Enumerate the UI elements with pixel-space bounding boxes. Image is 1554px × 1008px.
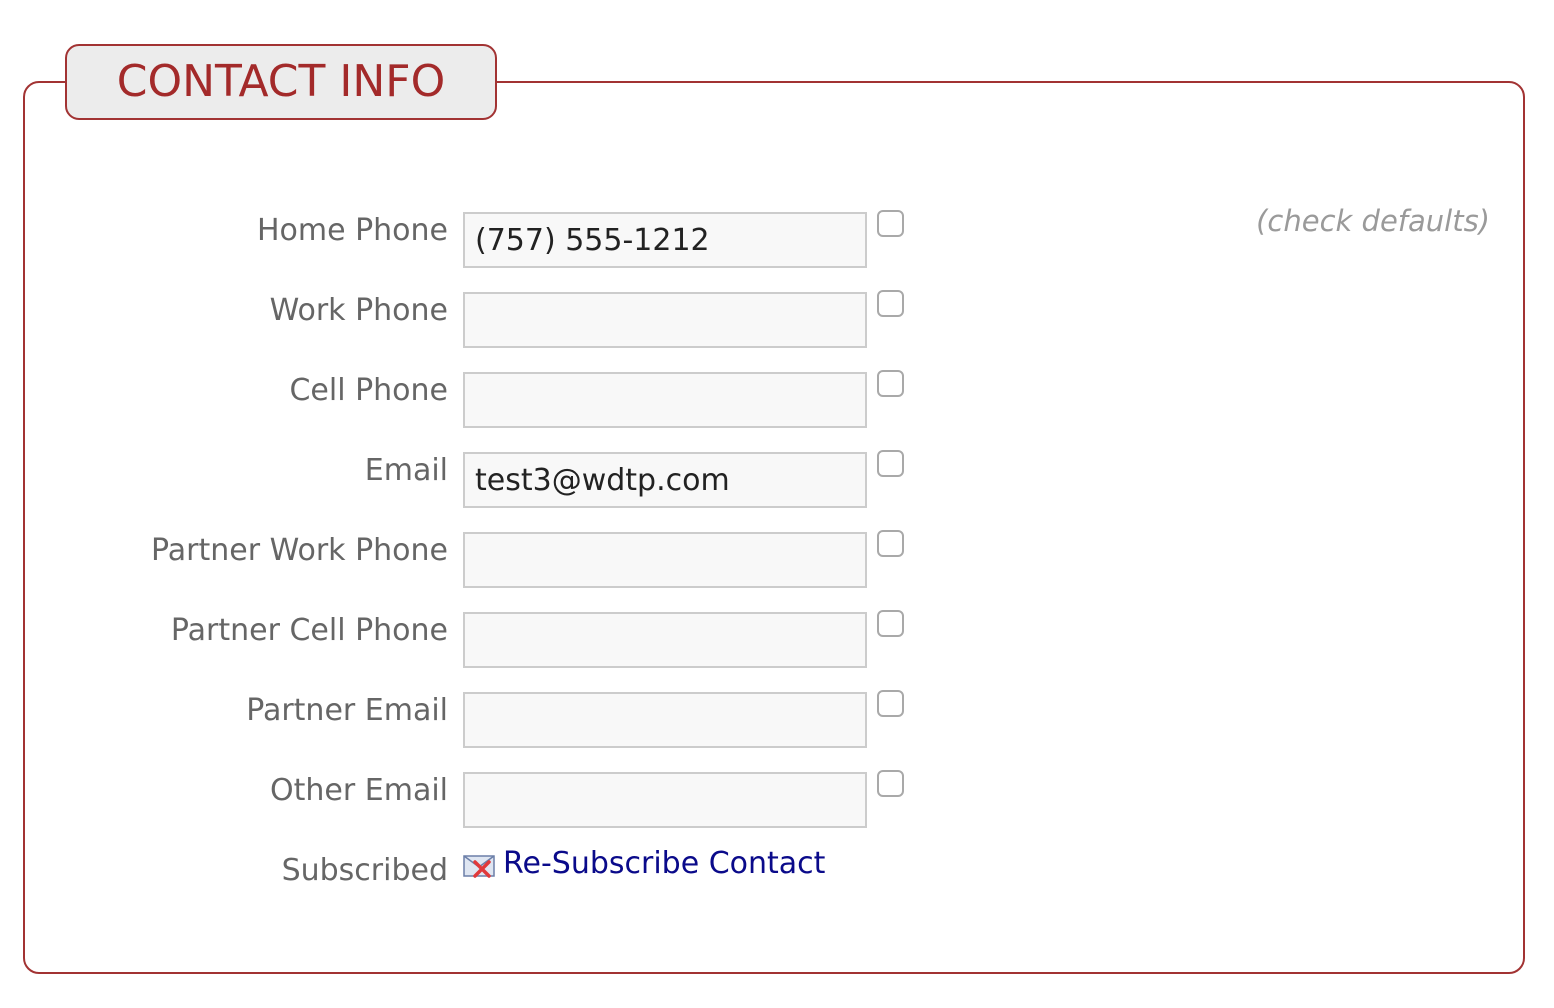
resubscribe-contact-link[interactable]: Re-Subscribe Contact bbox=[503, 846, 825, 882]
partner-cell-phone-default-checkbox[interactable] bbox=[877, 610, 904, 637]
cell-phone-default-checkbox[interactable] bbox=[877, 370, 904, 397]
subscribed-label: Subscribed bbox=[281, 853, 448, 888]
cell-phone-row: Cell Phone bbox=[0, 370, 1000, 430]
partner-email-row: Partner Email bbox=[0, 690, 1000, 750]
partner-work-phone-label: Partner Work Phone bbox=[151, 533, 448, 568]
partner-work-phone-default-checkbox[interactable] bbox=[877, 530, 904, 557]
cell-phone-input[interactable] bbox=[463, 372, 867, 428]
email-input[interactable] bbox=[463, 452, 867, 508]
home-phone-row: Home Phone bbox=[0, 210, 1000, 270]
cell-phone-label: Cell Phone bbox=[289, 373, 448, 408]
partner-work-phone-input[interactable] bbox=[463, 532, 867, 588]
email-default-checkbox[interactable] bbox=[877, 450, 904, 477]
unsubscribed-mail-icon bbox=[463, 854, 495, 878]
subscription-row: Subscribed Re-Subscribe Contact bbox=[0, 846, 1000, 896]
partner-email-default-checkbox[interactable] bbox=[877, 690, 904, 717]
work-phone-default-checkbox[interactable] bbox=[877, 290, 904, 317]
email-row: Email bbox=[0, 450, 1000, 510]
work-phone-input[interactable] bbox=[463, 292, 867, 348]
other-email-default-checkbox[interactable] bbox=[877, 770, 904, 797]
partner-email-label: Partner Email bbox=[246, 693, 448, 728]
other-email-input[interactable] bbox=[463, 772, 867, 828]
check-defaults-hint: (check defaults) bbox=[1256, 204, 1490, 238]
work-phone-row: Work Phone bbox=[0, 290, 1000, 350]
work-phone-label: Work Phone bbox=[269, 293, 448, 328]
partner-cell-phone-input[interactable] bbox=[463, 612, 867, 668]
partner-cell-phone-label: Partner Cell Phone bbox=[170, 613, 448, 648]
other-email-label: Other Email bbox=[270, 773, 448, 808]
home-phone-default-checkbox[interactable] bbox=[877, 210, 904, 237]
other-email-row: Other Email bbox=[0, 770, 1000, 830]
email-label: Email bbox=[364, 453, 448, 488]
home-phone-label: Home Phone bbox=[256, 213, 448, 248]
partner-work-phone-row: Partner Work Phone bbox=[0, 530, 1000, 590]
partner-cell-phone-row: Partner Cell Phone bbox=[0, 610, 1000, 670]
panel-title: CONTACT INFO bbox=[65, 44, 497, 120]
home-phone-input[interactable] bbox=[463, 212, 867, 268]
partner-email-input[interactable] bbox=[463, 692, 867, 748]
